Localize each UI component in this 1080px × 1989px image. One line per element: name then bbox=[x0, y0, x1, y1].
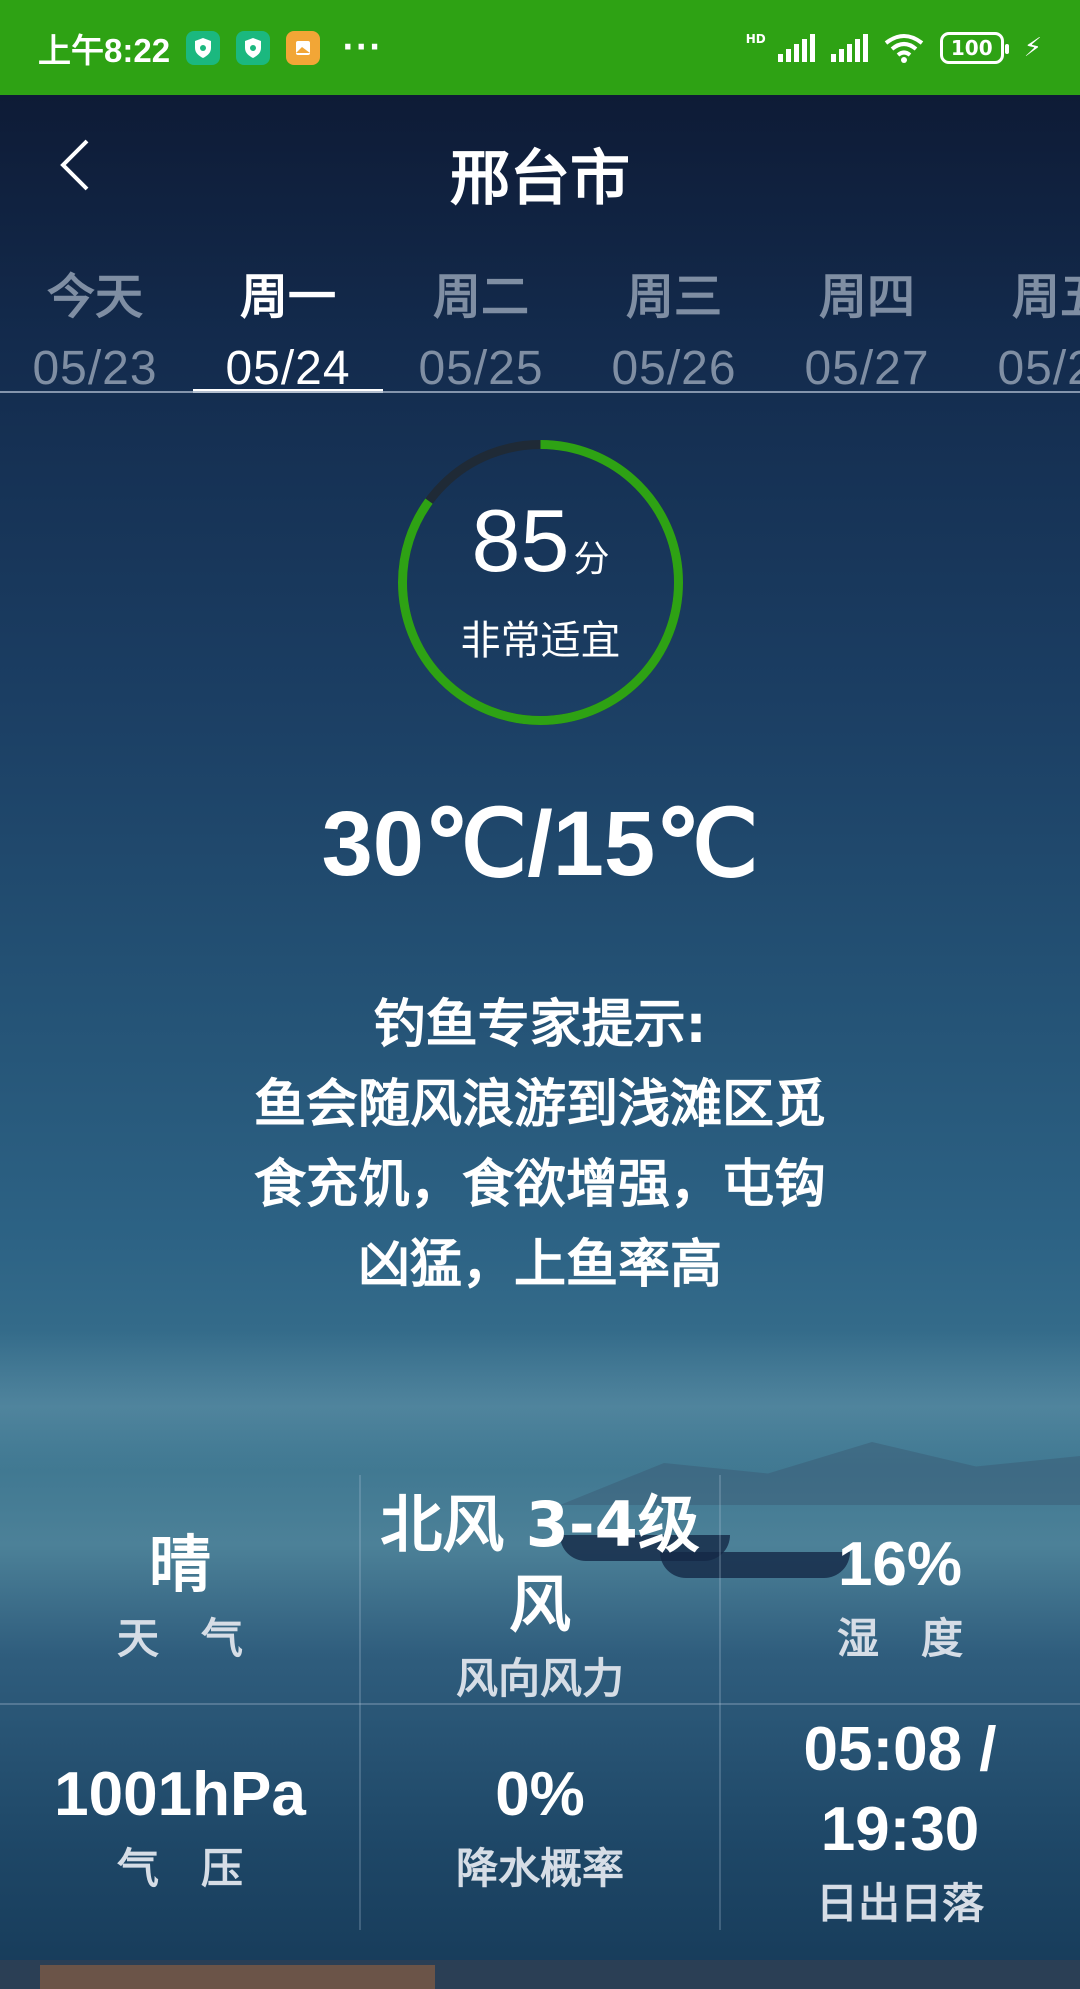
tab-date-label: 05/28 bbox=[997, 342, 1080, 393]
tab-thursday[interactable]: 周四 05/27 bbox=[772, 245, 962, 393]
status-time: 上午8:22 bbox=[38, 31, 171, 69]
pressure-cell: 1001hPa 气 压 bbox=[0, 1755, 360, 1896]
tab-day-label: 周五 bbox=[1011, 269, 1080, 325]
charging-icon: ⚡ bbox=[1023, 32, 1042, 63]
weather-label: 天 气 bbox=[116, 1614, 243, 1663]
weather-value: 晴 bbox=[148, 1528, 211, 1601]
tips-body: 鱼会随风浪游到浅滩区觅食充饥，食欲增强，屯钩凶猛，上鱼率高 bbox=[253, 1075, 826, 1295]
tab-day-label: 周四 bbox=[818, 269, 915, 325]
tab-day-label: 周一 bbox=[239, 269, 336, 325]
score-value: 85 分 bbox=[393, 490, 688, 592]
battery-icon: 100 bbox=[939, 31, 1009, 64]
score-label: 非常适宜 bbox=[460, 618, 621, 664]
precipitation-cell: 0% 降水概率 bbox=[360, 1755, 720, 1896]
gallery-icon bbox=[286, 30, 321, 65]
tab-tuesday[interactable]: 周二 05/25 bbox=[386, 245, 576, 393]
tab-date-label: 05/23 bbox=[32, 342, 158, 393]
tabs-divider bbox=[0, 391, 1080, 393]
more-notifications-icon: ··· bbox=[342, 30, 383, 65]
precipitation-value: 0% bbox=[495, 1760, 585, 1829]
signal-icon bbox=[830, 33, 868, 62]
tab-today[interactable]: 今天 05/23 bbox=[0, 245, 190, 393]
fishing-tips: 钓鱼专家提示: 鱼会随风浪游到浅滩区觅食充饥，食欲增强，屯钩凶猛，上鱼率高 bbox=[250, 985, 830, 1305]
humidity-cell: 16% 湿 度 bbox=[720, 1525, 1080, 1666]
sunrise-sunset-label: 日出日落 bbox=[815, 1879, 984, 1928]
tab-date-label: 05/24 bbox=[225, 342, 351, 393]
temperature-range: 30℃/15℃ bbox=[321, 793, 759, 895]
tab-date-label: 05/26 bbox=[611, 342, 737, 393]
pressure-value: 1001hPa bbox=[54, 1760, 306, 1829]
score-number: 85 bbox=[471, 491, 570, 590]
wind-cell: 北风 3-4级风 风向风力 bbox=[360, 1485, 720, 1706]
app-header: 邢台市 bbox=[0, 95, 1080, 235]
shield-icon bbox=[186, 30, 221, 65]
weather-info-grid: 晴 天 气 北风 3-4级风 风向风力 16% 湿 度 1001hPa 气 压 … bbox=[0, 1475, 1080, 1930]
humidity-value: 16% bbox=[837, 1530, 963, 1599]
wind-label: 风向风力 bbox=[455, 1654, 624, 1703]
score-unit: 分 bbox=[573, 539, 610, 580]
humidity-label: 湿 度 bbox=[836, 1614, 963, 1663]
tab-date-label: 05/25 bbox=[418, 342, 544, 393]
tab-wednesday[interactable]: 周三 05/26 bbox=[579, 245, 769, 393]
tips-title: 钓鱼专家提示: bbox=[373, 995, 707, 1055]
signal-icon bbox=[777, 33, 815, 62]
weather-cell: 晴 天 气 bbox=[0, 1525, 360, 1666]
sunrise-sunset-cell: 05:08 / 19:30 日出日落 bbox=[720, 1710, 1080, 1931]
content-thumbnail[interactable] bbox=[40, 1965, 435, 1989]
tab-day-label: 今天 bbox=[46, 269, 143, 325]
tab-friday[interactable]: 周五 05/28 bbox=[965, 245, 1080, 393]
tab-day-label: 周三 bbox=[625, 269, 722, 325]
status-bar: 上午8:22 ··· HD 100 ⚡ bbox=[0, 0, 1080, 95]
hd-badge: HD bbox=[745, 31, 766, 46]
wind-value: 北风 3-4级风 bbox=[380, 1488, 700, 1641]
page-title: 邢台市 bbox=[450, 144, 630, 214]
shield-icon bbox=[236, 30, 271, 65]
pressure-label: 气 压 bbox=[116, 1844, 243, 1893]
day-tabs: 今天 05/23 周一 05/24 周二 05/25 周三 05/26 周四 0… bbox=[0, 245, 1080, 393]
tab-day-label: 周二 bbox=[432, 269, 529, 325]
horizon-haze bbox=[0, 1330, 1080, 1470]
sunrise-sunset-value: 05:08 / 19:30 bbox=[803, 1715, 997, 1864]
tab-date-label: 05/27 bbox=[804, 342, 930, 393]
tab-monday[interactable]: 周一 05/24 bbox=[193, 245, 383, 393]
precipitation-label: 降水概率 bbox=[455, 1844, 624, 1893]
wifi-icon bbox=[884, 33, 923, 63]
